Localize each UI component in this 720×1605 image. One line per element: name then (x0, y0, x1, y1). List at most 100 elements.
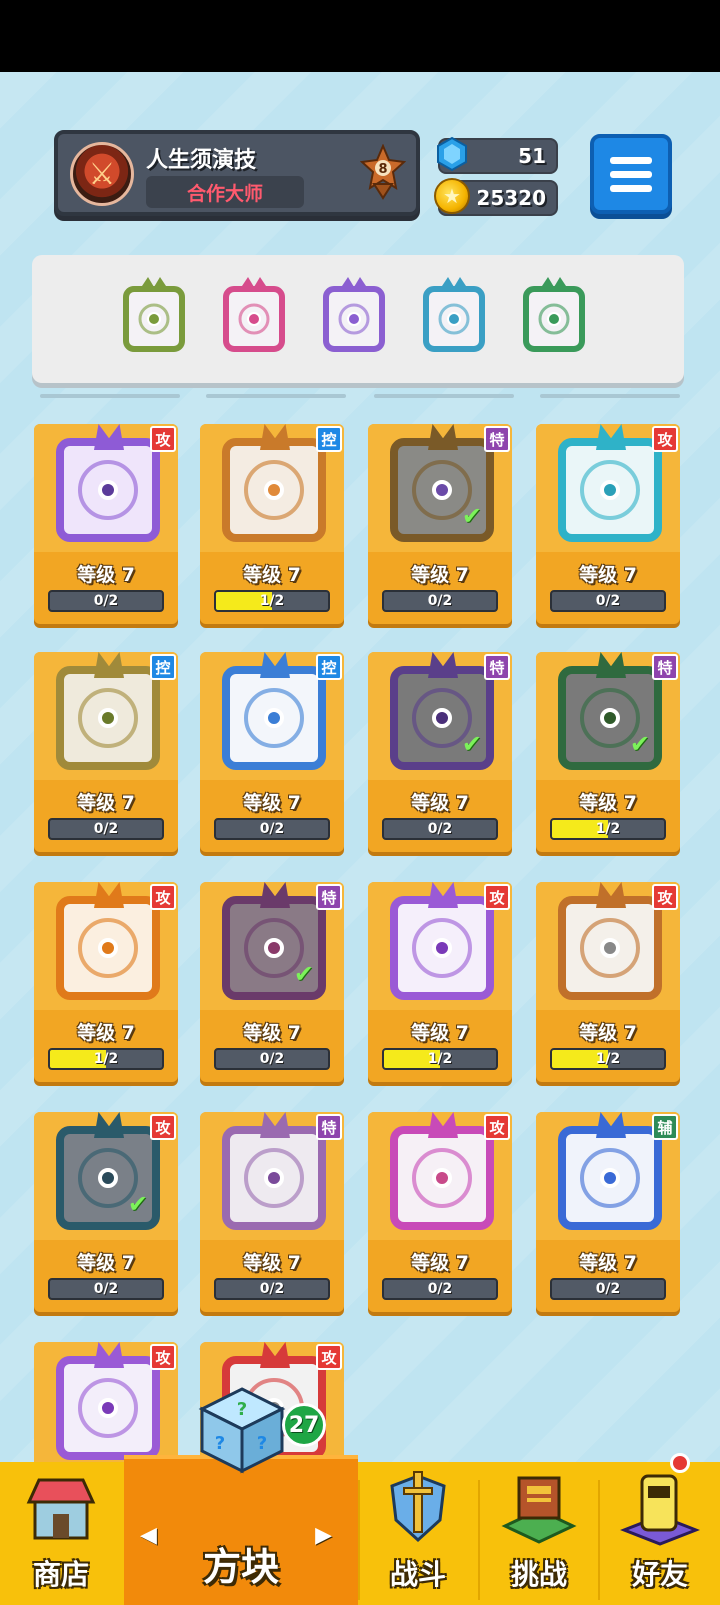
upgrade-progress: 1/2 (48, 1048, 164, 1070)
infinity-dice-icon[interactable] (118, 277, 190, 357)
dice-type-tag: 特 (652, 654, 678, 680)
dice-level: 等级 7 (579, 1022, 637, 1044)
rank-number: 8 (378, 162, 387, 177)
dice-type-tag: 攻 (484, 1114, 510, 1140)
upgrade-progress: 0/2 (382, 1278, 498, 1300)
dice-type-tag: 特 (484, 426, 510, 452)
dice-level: 等级 7 (243, 564, 301, 586)
status-bar (0, 0, 720, 72)
dice-pip (264, 708, 284, 728)
upgrade-progress-text: 0/2 (427, 1281, 453, 1297)
dice-type-tag: 攻 (150, 884, 176, 910)
syringe-dice-icon: ✔ (222, 882, 326, 1000)
nav-shop[interactable]: 商店 (0, 1462, 122, 1605)
dice-card[interactable]: ✔ 特等级 7 0/2 (200, 882, 344, 1082)
dice-type-tag: 攻 (652, 884, 678, 910)
sand-dice-icon (222, 424, 326, 542)
combo-dice-icon (390, 1112, 494, 1230)
pentagram-dice-icon[interactable] (518, 277, 590, 357)
upgrade-progress: 0/2 (48, 590, 164, 612)
dice-card[interactable]: 攻等级 7 0/2 (34, 424, 178, 624)
dice-card[interactable]: 攻等级 7 1/2 (34, 882, 178, 1082)
shelf-divider (40, 394, 680, 400)
dice-pip (600, 708, 620, 728)
upgrade-progress: 0/2 (48, 1278, 164, 1300)
star-dice-icon (56, 1342, 160, 1460)
dice-card[interactable]: 攻等级 7 1/2 (368, 882, 512, 1082)
equipped-deck (32, 255, 684, 383)
dice-card[interactable]: ✔ 特等级 7 0/2 (368, 652, 512, 852)
dice-card[interactable]: 攻等级 7 1/2 (536, 882, 680, 1082)
infinity-dice-icon: ✔ (390, 424, 494, 542)
dice-card[interactable]: 辅等级 7 0/2 (536, 1112, 680, 1312)
dice-pip (600, 938, 620, 958)
challenge-board-icon (501, 1476, 577, 1544)
syringe-dice-icon[interactable] (218, 277, 290, 357)
mist-dice-icon (222, 1112, 326, 1230)
svg-text:?: ? (257, 1433, 267, 1454)
dice-pip (432, 1168, 452, 1188)
upgrade-progress: 0/2 (382, 818, 498, 840)
dice-level: 等级 7 (243, 792, 301, 814)
dice-level: 等级 7 (411, 564, 469, 586)
upgrade-progress-text: 0/2 (259, 1051, 285, 1067)
nav-challenge[interactable]: 挑战 (480, 1462, 598, 1605)
upgrade-progress-text: 0/2 (259, 821, 285, 837)
upgrade-progress: 0/2 (214, 1278, 330, 1300)
menu-button[interactable] (590, 134, 672, 214)
shield-dice-icon (56, 652, 160, 770)
svg-text:?: ? (215, 1433, 225, 1454)
vortex-dice-icon: ✔ (56, 1112, 160, 1230)
dice-card[interactable]: 特等级 7 0/2 (200, 1112, 344, 1312)
upgrade-progress: 0/2 (48, 818, 164, 840)
check-icon: ✔ (461, 730, 482, 758)
menu-bar (610, 156, 652, 164)
upgrade-progress-text: 0/2 (427, 593, 453, 609)
dice-pip (98, 1168, 118, 1188)
check-icon: ✔ (293, 960, 314, 988)
dice-card[interactable]: 控等级 7 1/2 (200, 424, 344, 624)
dice-type-tag: 攻 (150, 1114, 176, 1140)
nav-battle[interactable]: 战斗 (360, 1462, 476, 1605)
dice-type-tag: 控 (316, 426, 342, 452)
upgrade-progress: 0/2 (382, 590, 498, 612)
dice-card[interactable]: ✔ 攻等级 7 0/2 (34, 1112, 178, 1312)
dice-card[interactable]: 攻等级 7 0/2 (536, 424, 680, 624)
dice-card[interactable]: 控等级 7 0/2 (200, 652, 344, 852)
dice-level: 等级 7 (411, 1022, 469, 1044)
dice-level: 等级 7 (411, 792, 469, 814)
dice-type-tag: 攻 (484, 884, 510, 910)
dice-card[interactable]: ✔ 特等级 7 1/2 (536, 652, 680, 852)
dice-card[interactable]: 控等级 7 0/2 (34, 652, 178, 852)
nav-dice-label: 方块 (202, 1545, 279, 1589)
upgrade-progress-text: 0/2 (595, 593, 621, 609)
check-icon: ✔ (127, 1190, 148, 1218)
friends-robot-icon (620, 1474, 700, 1546)
upgrade-progress-text: 1/2 (595, 1051, 621, 1067)
dice-pip (264, 480, 284, 500)
upgrade-progress-text: 1/2 (595, 821, 621, 837)
check-icon: ✔ (461, 502, 482, 530)
nav-challenge-label: 挑战 (510, 1558, 567, 1591)
dice-type-tag: 控 (150, 654, 176, 680)
dice-pip (432, 708, 452, 728)
dice-type-tag: 攻 (652, 426, 678, 452)
upgrade-progress: 1/2 (214, 590, 330, 612)
dice-pip (264, 938, 284, 958)
upgrade-progress: 0/2 (214, 818, 330, 840)
gold-coin-icon: ★ (434, 178, 470, 214)
dice-level: 等级 7 (411, 1252, 469, 1274)
profile-card[interactable]: ⚔ 人生须演技 合作大师 8 (54, 130, 420, 216)
nav-dice[interactable]: ? ? ? ◀ ▶ 方块 (124, 1387, 358, 1605)
dice-level: 等级 7 (243, 1022, 301, 1044)
snowflake-dice-icon (222, 652, 326, 770)
orbit-dice-icon (390, 882, 494, 1000)
eye-dice-icon: ✔ (390, 652, 494, 770)
dice-pip (98, 708, 118, 728)
dice-card[interactable]: ✔ 特等级 7 0/2 (368, 424, 512, 624)
upgrade-progress-text: 1/2 (427, 1051, 453, 1067)
eye-dice-icon[interactable] (318, 277, 390, 357)
vortex-dice-icon[interactable] (418, 277, 490, 357)
dice-card[interactable]: 攻等级 7 0/2 (368, 1112, 512, 1312)
nav-friends[interactable]: 好友 (600, 1462, 720, 1605)
